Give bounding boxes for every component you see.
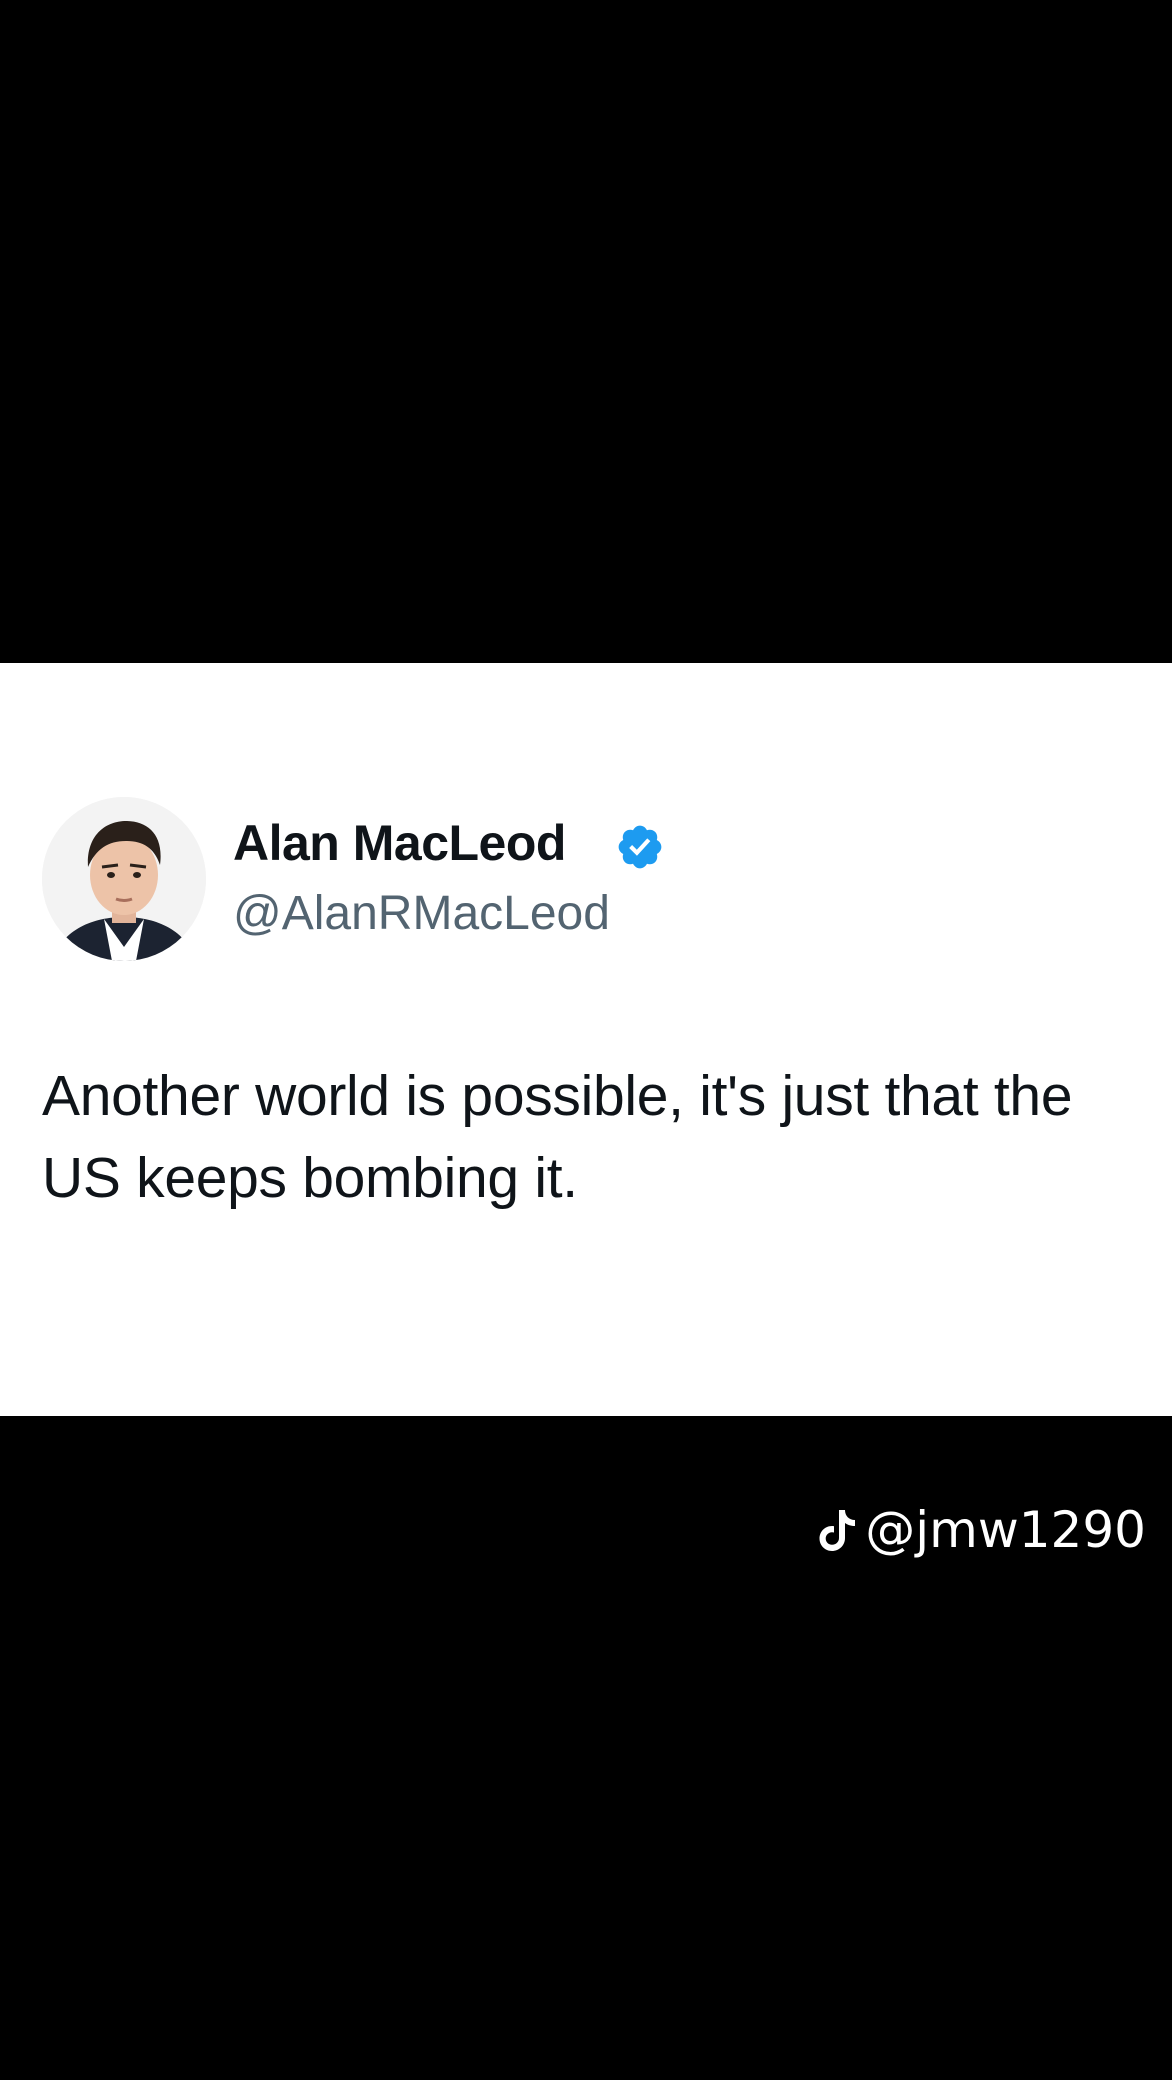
author-handle[interactable]: @AlanRMacLeod [233, 886, 610, 941]
watermark-handle: @jmw1290 [865, 1501, 1146, 1559]
tweet-text: Another world is possible, it's just tha… [42, 1064, 1073, 1210]
author-name[interactable]: Alan MacLeod [233, 814, 566, 872]
verified-badge-icon [618, 825, 662, 869]
video-frame: Alan MacLeod @AlanRMacLeod Another world… [0, 0, 1172, 2080]
tiktok-icon [819, 1510, 856, 1551]
avatar-portrait-icon [42, 797, 206, 961]
avatar[interactable] [42, 797, 206, 961]
tweet-card [0, 663, 1172, 1416]
watermark: @jmw1290 [817, 1500, 1146, 1560]
